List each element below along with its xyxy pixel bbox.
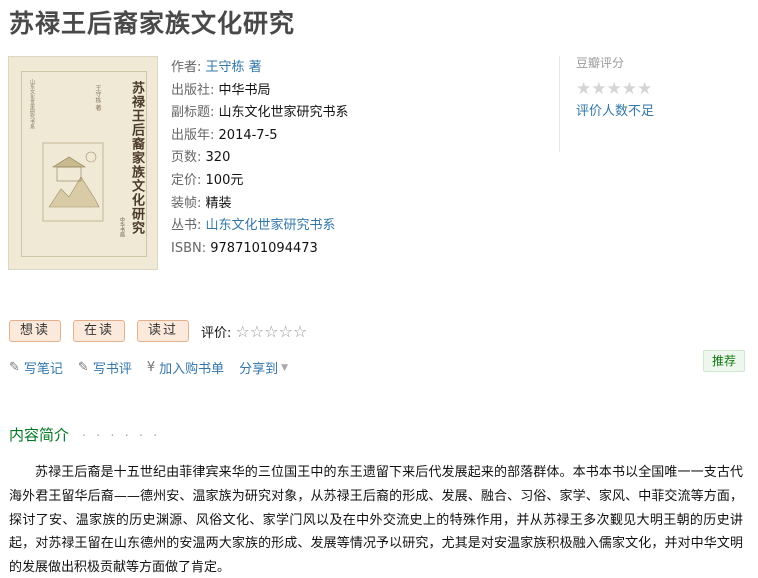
add-to-cart-label: 加入购书单 (159, 362, 225, 377)
binding-value: 精装 (205, 195, 232, 211)
my-rating-stars-icon[interactable]: ☆☆☆☆☆ (235, 322, 307, 341)
pubdate-label: 出版年: (171, 127, 215, 143)
my-rating-label: 评价: (201, 325, 232, 341)
write-review-label: 写书评 (92, 362, 132, 377)
info-subtitle: 副标题: 山东文化世家研究书系 (171, 102, 349, 125)
publisher-label: 出版社: (171, 82, 215, 98)
content-intro: 苏禄王后裔是十五世纪由菲律宾来华的三位国王中的东王遗留下来后代发展起来的部落群体… (9, 465, 743, 576)
author-label: 作者: (171, 60, 202, 75)
info-isbn: ISBN: 9787101094473 (171, 238, 349, 261)
have-read-button[interactable]: 读过 (137, 320, 190, 342)
page-title: 苏禄王后裔家族文化研究 (9, 9, 296, 38)
series-label: 丛书: (171, 218, 202, 234)
pages-label: 页数: (171, 150, 202, 166)
cover-author: 王守栋 著 (94, 85, 101, 111)
isbn-label: ISBN: (171, 240, 207, 256)
section-dots: · · · · · · (81, 429, 161, 444)
subtitle-value: 山东文化世家研究书系 (218, 105, 349, 121)
rating-divider (559, 56, 560, 152)
info-price: 定价: 100元 (171, 170, 349, 193)
section-title: 内容简介 (9, 426, 70, 444)
share-label: 分享到 (239, 362, 279, 377)
price-value: 100元 (205, 172, 244, 188)
write-note-link[interactable]: ✎ 写笔记 (9, 358, 63, 377)
rating-insufficient-link[interactable]: 评价人数不足 (576, 100, 654, 119)
info-binding: 装帧: 精装 (171, 193, 349, 216)
pubdate-value: 2014-7-5 (218, 127, 278, 143)
my-rating: 评价: ☆☆☆☆☆ (201, 322, 307, 341)
pages-value: 320 (205, 150, 231, 166)
reading-button[interactable]: 在读 (73, 320, 126, 342)
book-info: 作者: 王守栋 著 出版社: 中华书局 副标题: 山东文化世家研究书系 出版年:… (171, 57, 349, 260)
write-note-label: 写笔记 (23, 362, 63, 377)
rating-stars-icon: ★★★★★ (576, 79, 653, 99)
yen-icon: ¥ (146, 360, 156, 375)
douban-rating: 豆瓣评分 ★★★★★ 评价人数不足 (576, 54, 654, 119)
action-links: ✎ 写笔记 ✎ 写书评 ¥ 加入购书单 分享到 ▼ (9, 358, 303, 377)
author-link[interactable]: 王守栋 著 (206, 60, 262, 75)
pencil-icon: ✎ (77, 360, 89, 375)
info-pages: 页数: 320 (171, 147, 349, 170)
info-author: 作者: 王守栋 著 (171, 57, 349, 80)
section-heading: 内容简介 · · · · · · (9, 424, 160, 445)
publisher-value: 中华书局 (218, 82, 271, 98)
isbn-value: 9787101094473 (210, 240, 318, 256)
binding-label: 装帧: (171, 195, 202, 211)
chevron-down-icon: ▼ (281, 362, 289, 373)
cover-series: 山东文化世家研究书系 (29, 79, 35, 129)
info-series: 丛书: 山东文化世家研究书系 (171, 215, 349, 238)
cover-publisher: 中华书局 (119, 217, 125, 237)
share-dropdown[interactable]: 分享到 ▼ (239, 358, 288, 377)
want-to-read-button[interactable]: 想读 (9, 320, 62, 342)
rating-title: 豆瓣评分 (576, 56, 625, 70)
pencil-icon: ✎ (9, 360, 20, 375)
subtitle-label: 副标题: (171, 105, 215, 121)
info-pubdate: 出版年: 2014-7-5 (171, 125, 349, 148)
book-cover[interactable]: 苏禄王后裔家族文化研究 王守栋 著 山东文化世家研究书系 中华书局 (8, 56, 158, 270)
info-publisher: 出版社: 中华书局 (171, 80, 349, 103)
price-label: 定价: (171, 172, 202, 188)
series-link[interactable]: 山东文化世家研究书系 (206, 218, 336, 233)
write-review-link[interactable]: ✎ 写书评 (78, 358, 132, 377)
cover-title: 苏禄王后裔家族文化研究 (129, 81, 144, 235)
recommend-button[interactable]: 推荐 (703, 350, 746, 372)
collection-actions: 想读 在读 读过 评价: ☆☆☆☆☆ (9, 320, 307, 342)
add-to-cart-link[interactable]: ¥ 加入购书单 (147, 358, 224, 377)
cover-illustration (42, 142, 104, 222)
